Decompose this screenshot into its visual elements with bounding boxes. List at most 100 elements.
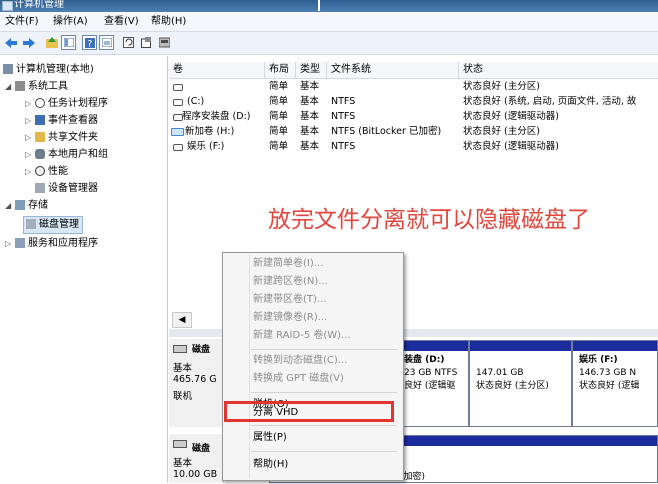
tree-item-performance[interactable]: ▷ 性能 <box>25 164 68 180</box>
expanded-arrow-icon[interactable]: ◢ <box>5 198 15 214</box>
clock-icon <box>35 98 45 108</box>
volume-icon <box>173 99 183 106</box>
storage-icon <box>15 200 25 210</box>
disk-icon <box>173 440 187 448</box>
title-bar-divider <box>318 0 320 11</box>
collapsed-arrow-icon[interactable]: ▷ <box>5 236 15 252</box>
menu-help[interactable]: 帮助(H) <box>151 15 186 29</box>
volume-icon <box>171 128 184 136</box>
partition-name <box>476 354 549 367</box>
menu-item-new-raid5-volume: 新建 RAID-5 卷(W)... <box>253 330 351 341</box>
partition-size: 23 GB NTFS <box>404 368 458 378</box>
cell-status: 状态良好 (逻辑驱动器) <box>463 141 559 152</box>
tree-item-task-scheduler[interactable]: ▷ 任务计划程序 <box>25 96 108 112</box>
cell-volume: 娱乐 (F:) <box>187 141 225 152</box>
table-row[interactable]: (C:) 简单 基本 NTFS 状态良好 (系统, 启动, 页面文件, 活动, … <box>169 95 658 108</box>
column-header-type[interactable]: 类型 <box>296 62 327 78</box>
column-header-filesystem[interactable]: 文件系统 <box>327 62 459 78</box>
partition-name: 装盘 (D:) <box>404 355 445 365</box>
tree-item-storage[interactable]: ◢ 存储 <box>5 198 48 214</box>
tree-item-disk-management[interactable]: 磁盘管理 <box>23 216 83 234</box>
cell-layout: 简单 <box>269 141 289 152</box>
toolbar: ? <box>0 32 658 55</box>
console-view-icon[interactable] <box>99 35 114 50</box>
services-icon <box>15 238 25 248</box>
partition-status: 良好 (逻辑驱 <box>404 381 456 391</box>
collapsed-arrow-icon[interactable]: ▷ <box>25 164 35 180</box>
disk-0-info[interactable]: 磁盘 基本 465.76 G 联机 <box>169 339 224 427</box>
menu-item-new-spanned-volume: 新建跨区卷(N)... <box>253 276 328 287</box>
cell-layout: 简单 <box>269 126 289 137</box>
partition-d[interactable]: 装盘 (D:) 23 GB NTFS 良好 (逻辑驱 <box>402 340 469 427</box>
scroll-left-button[interactable]: ◀ <box>172 312 192 328</box>
back-icon[interactable] <box>3 35 18 50</box>
partition-status: 状态良好 (逻辑 <box>579 381 640 391</box>
cell-layout: 简单 <box>269 111 289 122</box>
window-title-bar: 计算机管理 <box>0 0 658 12</box>
partition-f[interactable]: 娱乐 (F:) 146.73 GB N 状态良好 (逻辑 <box>572 340 658 427</box>
collapsed-arrow-icon[interactable]: ▷ <box>25 96 35 112</box>
partition-h[interactable]: 147.01 GB 状态良好 (主分区) <box>469 340 572 427</box>
show-hide-tree-icon[interactable] <box>61 35 76 50</box>
tree-item-local-users[interactable]: ▷ 本地用户和组 <box>25 147 108 163</box>
annotation-text: 放完文件分离就可以隐藏磁盘了 <box>268 207 590 233</box>
disk-icon <box>173 345 187 353</box>
menu-item-convert-dynamic: 转换到动态磁盘(C)... <box>253 355 348 366</box>
context-menu: 新建简单卷(I)... 新建跨区卷(N)... 新建带区卷(T)... 新建镜像… <box>222 252 404 481</box>
tree-item-computer-management[interactable]: 计算机管理(本地) <box>3 62 94 78</box>
tree-item-shared-folders[interactable]: ▷ 共享文件夹 <box>25 130 98 146</box>
help-icon[interactable]: ? <box>82 35 97 50</box>
disk-0-type: 基本 <box>173 363 193 374</box>
partition-f-text: 娱乐 (F:) 146.73 GB N 状态良好 (逻辑 <box>579 354 639 393</box>
event-viewer-icon <box>35 115 45 125</box>
disk-1-info[interactable]: 磁盘 基本 10.00 GB <box>169 434 224 483</box>
menu-file[interactable]: 文件(F) <box>5 15 39 29</box>
menu-bar: 文件(F) 操作(A) 查看(V) 帮助(H) <box>0 13 658 32</box>
app-icon <box>2 1 13 11</box>
collapsed-arrow-icon[interactable]: ▷ <box>25 147 35 163</box>
column-header-layout[interactable]: 布局 <box>265 62 296 78</box>
collapsed-arrow-icon[interactable]: ▷ <box>25 130 35 146</box>
properties-icon[interactable] <box>139 35 154 50</box>
expanded-arrow-icon[interactable]: ◢ <box>5 79 15 95</box>
partition-h-text: 147.01 GB 状态良好 (主分区) <box>476 354 549 393</box>
column-header-status[interactable]: 状态 <box>459 62 658 78</box>
menu-gutter <box>249 255 250 478</box>
menu-item-properties[interactable]: 属性(P) <box>253 429 287 447</box>
performance-icon <box>35 166 45 176</box>
disk-0-size: 465.76 G <box>173 374 217 385</box>
cell-type: 基本 <box>300 111 320 122</box>
column-header-volume[interactable]: 卷 <box>169 62 265 78</box>
partition-bar <box>403 341 468 351</box>
cell-filesystem: NTFS (BitLocker 已加密) <box>331 126 442 137</box>
cell-filesystem: NTFS <box>331 96 356 107</box>
collapsed-arrow-icon[interactable]: ▷ <box>25 113 35 129</box>
menu-separator <box>251 349 397 350</box>
forward-icon[interactable] <box>21 35 36 50</box>
table-row[interactable]: 程序安装盘 (D:) 简单 基本 NTFS 状态良好 (逻辑驱动器) <box>169 110 658 123</box>
cell-type: 基本 <box>300 141 320 152</box>
navigation-tree: 计算机管理(本地) ◢ 系统工具 ▷ 任务计划程序 ▷ 事件查看器 ▷ 共享文件夹 ▷ 本… <box>0 56 168 483</box>
table-row[interactable]: 简单 基本 状态良好 (主分区) <box>169 80 658 93</box>
cell-layout: 简单 <box>269 81 289 92</box>
refresh-icon[interactable] <box>121 35 136 50</box>
up-folder-icon[interactable] <box>44 35 59 50</box>
menu-action[interactable]: 操作(A) <box>53 15 88 29</box>
tree-item-services-apps[interactable]: ▷ 服务和应用程序 <box>5 236 98 252</box>
table-row[interactable]: 新加卷 (H:) 简单 基本 NTFS (BitLocker 已加密) 状态良好… <box>169 125 658 138</box>
window-title: 计算机管理 <box>14 0 64 10</box>
disk-icon[interactable] <box>157 35 172 50</box>
menu-item-new-mirrored-volume: 新建镜像卷(R)... <box>253 312 328 323</box>
menu-item-help[interactable]: 帮助(H) <box>253 456 288 474</box>
volume-list-header: 卷 布局 类型 文件系统 状态 <box>169 62 658 79</box>
tree-item-device-manager[interactable]: 设备管理器 <box>35 181 98 197</box>
menu-item-convert-gpt: 转换成 GPT 磁盘(V) <box>253 373 344 384</box>
cell-filesystem: NTFS <box>331 111 356 122</box>
menu-view[interactable]: 查看(V) <box>104 15 139 29</box>
table-row[interactable]: 娱乐 (F:) 简单 基本 NTFS 状态良好 (逻辑驱动器) <box>169 140 658 153</box>
disk-management-icon <box>26 219 36 229</box>
device-manager-icon <box>35 183 45 193</box>
cell-status: 状态良好 (逻辑驱动器) <box>463 111 559 122</box>
tree-item-system-tools[interactable]: ◢ 系统工具 <box>5 79 68 95</box>
tree-item-event-viewer[interactable]: ▷ 事件查看器 <box>25 113 98 129</box>
